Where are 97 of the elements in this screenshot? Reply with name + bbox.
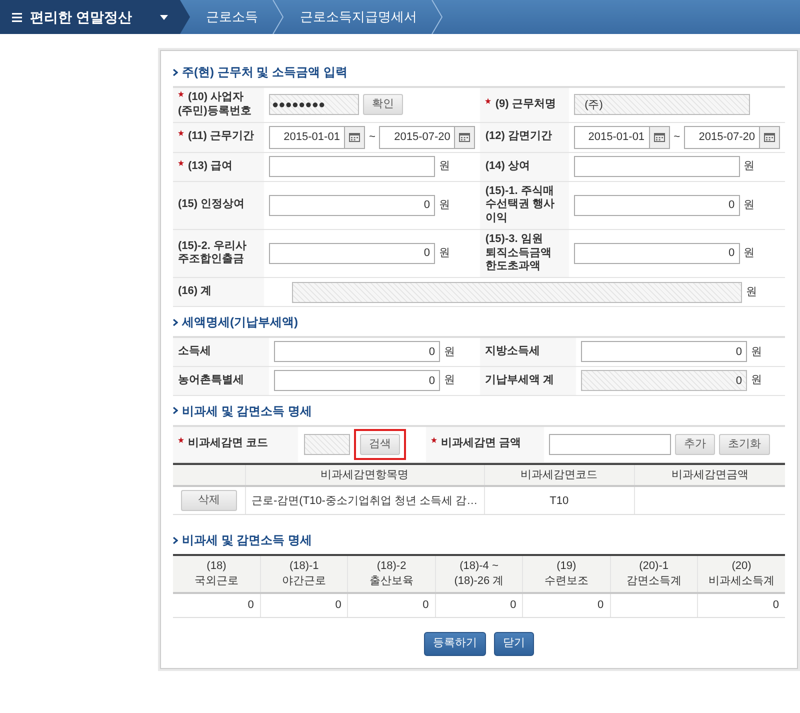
unit-label: 원: [438, 246, 450, 262]
column-header: (18)-2 출산보육: [348, 555, 436, 594]
field-label: (15)-1. 주식매 수선택권 행사 이익: [485, 184, 554, 224]
action-button[interactable]: 닫기: [494, 632, 534, 656]
amount-field[interactable]: 0: [274, 341, 440, 362]
field-label: 소득세: [178, 344, 211, 357]
chevron-separator-icon: [431, 0, 443, 34]
breadcrumb-link[interactable]: 근로소득지급명세서: [284, 0, 431, 34]
code-field[interactable]: [304, 434, 350, 454]
column-header: (20) 비과세소득계: [698, 555, 785, 594]
company-field[interactable]: (주): [574, 94, 750, 116]
reset-button[interactable]: 초기화: [719, 434, 770, 454]
column-header: 비과세감면코드: [484, 464, 634, 486]
column-header: (18)-4 ~ (18)-26 계: [435, 555, 523, 594]
field-label: (15)-3. 임원 퇴직소득금액 한도초과액: [485, 232, 552, 272]
add-button[interactable]: 추가: [675, 434, 715, 454]
section-title: 비과세 및 감면소득 명세: [182, 402, 312, 420]
column-header: (19) 수련보조: [522, 555, 610, 594]
field-label: 기납부세액 계: [485, 374, 554, 386]
date-field[interactable]: 2015-01-01: [268, 126, 345, 148]
amount-field[interactable]: 0: [581, 370, 747, 391]
amount-field[interactable]: 0: [581, 341, 747, 362]
calendar-button[interactable]: [455, 126, 476, 148]
section-title: 주(현) 근무처 및 소득금액 입력: [182, 64, 348, 81]
table-cell: 근로-감면(T10-중소기업취업 청년 소득세 감…: [245, 486, 484, 515]
section-title: 세액명세(기납부세액): [182, 314, 298, 331]
caret-icon: [160, 14, 168, 20]
chevron-separator-icon: [272, 0, 284, 34]
table-cell: 0: [173, 593, 260, 618]
table-cell: 0: [698, 593, 785, 618]
delete-button[interactable]: 삭제: [180, 490, 237, 512]
amount-field[interactable]: [268, 156, 435, 177]
field-label: (9) 근무처명: [495, 98, 556, 110]
field-label: 농어촌특별세: [178, 374, 244, 386]
unit-label: 원: [746, 284, 757, 300]
column-header: (18) 국외근로: [173, 555, 260, 594]
unit-label: 원: [438, 159, 450, 174]
amount-field[interactable]: 0: [574, 242, 740, 264]
chevron-icon: [173, 68, 178, 76]
password-field[interactable]: ●●●●●●●●: [268, 94, 359, 116]
column-header: 비과세감면금액: [634, 464, 785, 486]
date-field[interactable]: 2015-01-01: [574, 126, 650, 148]
unit-label: 원: [744, 198, 755, 213]
field-label: (15)-2. 우리사 주조합인출금: [178, 240, 246, 266]
table-cell: 0: [260, 593, 348, 618]
unit-label: 원: [751, 373, 762, 388]
amount-field[interactable]: 0: [268, 194, 435, 216]
table-cell: T10: [484, 486, 634, 515]
column-header: (18)-1 야간근로: [260, 555, 348, 594]
menu-icon: [12, 12, 22, 22]
unit-label: 원: [438, 198, 450, 213]
date-field[interactable]: 2015-07-20: [379, 126, 456, 148]
calendar-icon: [348, 132, 360, 142]
amount-field[interactable]: 0: [274, 370, 440, 391]
calendar-button[interactable]: [650, 126, 670, 148]
field-label: 비과세감면 금액: [441, 437, 522, 450]
table-cell: 0: [348, 593, 436, 618]
confirm-button[interactable]: 확인: [362, 94, 403, 116]
calendar-icon: [654, 132, 665, 142]
unit-label: 원: [744, 246, 755, 262]
amount-field[interactable]: 0: [268, 242, 435, 264]
range-separator: ~: [674, 130, 680, 145]
unit-label: 원: [744, 159, 755, 174]
field-label: 비과세감면 코드: [188, 437, 268, 450]
amount-field[interactable]: 0: [574, 194, 740, 216]
calendar-icon: [764, 132, 775, 142]
unit-label: 원: [444, 344, 455, 360]
calendar-icon: [459, 132, 470, 142]
field-label: 지방소득세: [485, 344, 540, 357]
unit-label: 원: [444, 373, 455, 388]
range-separator: ~: [368, 130, 376, 145]
search-button[interactable]: 검색: [360, 434, 400, 454]
column-header: 비과세감면항목명: [245, 464, 484, 486]
amount-field[interactable]: [574, 156, 740, 177]
field-label: (13) 급여: [188, 160, 233, 172]
breadcrumb-link[interactable]: 근로소득: [190, 0, 272, 34]
table-cell: 0: [522, 593, 610, 618]
table-cell: 0: [435, 593, 523, 618]
chevron-icon: [173, 318, 178, 326]
field-label: (15) 인정상여: [178, 198, 245, 210]
section-title: 비과세 및 감면소득 명세: [182, 532, 312, 550]
calendar-button[interactable]: [760, 126, 780, 148]
field-label: (14) 상여: [485, 160, 530, 172]
chevron-icon: [173, 407, 178, 414]
field-label: (12) 감면기간: [485, 130, 552, 142]
amount-field[interactable]: [549, 434, 671, 454]
calendar-button[interactable]: [344, 126, 365, 148]
unit-label: 원: [751, 344, 762, 360]
chevron-icon: [173, 536, 178, 544]
field-label: (16) 계: [178, 285, 212, 298]
field-label: (10) 사업자 (주민)등록번호: [178, 91, 252, 117]
app-title: 편리한 연말정산: [30, 8, 132, 26]
column-header: (20)-1 감면소득계: [610, 555, 698, 594]
field-label: (11) 근무기간: [188, 130, 254, 142]
action-button[interactable]: 등록하기: [424, 632, 486, 656]
amount-field[interactable]: [292, 282, 742, 302]
date-field[interactable]: 2015-07-20: [684, 126, 760, 148]
